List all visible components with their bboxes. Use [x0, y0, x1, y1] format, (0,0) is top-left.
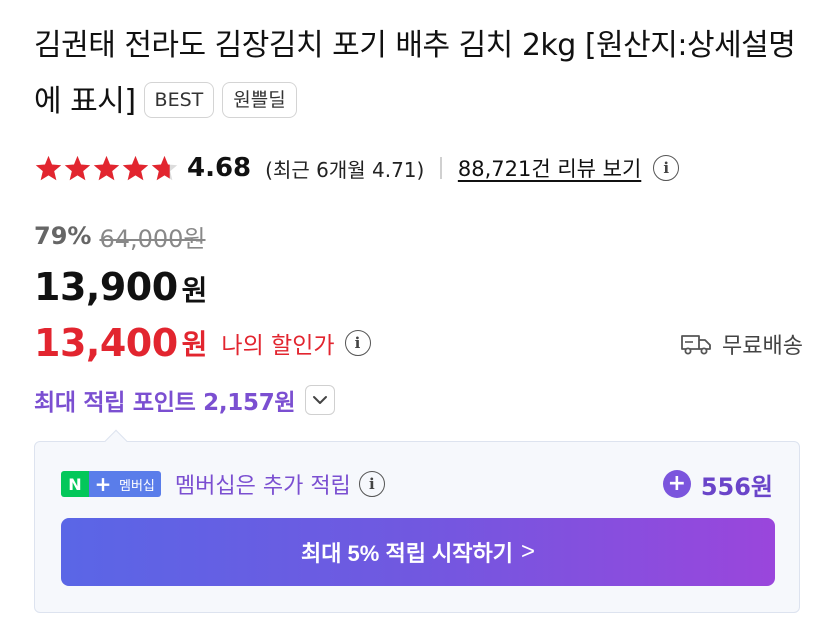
points-expand-button[interactable]: [305, 385, 336, 415]
review-link[interactable]: 88,721건 리뷰 보기: [458, 153, 641, 183]
my-price-row: 13,400 원 나의 할인가 i: [34, 318, 371, 368]
membership-panel: N + 멤버십 멤버십은 추가 적립 i + 556원 최대 5% 적립 시작하…: [34, 429, 800, 613]
divider: [440, 157, 442, 179]
star-rating: [34, 154, 179, 182]
start-membership-button[interactable]: 최대 5% 적립 시작하기 >: [61, 518, 775, 586]
my-price-label: 나의 할인가: [221, 333, 335, 359]
extra-points: + 556원: [662, 467, 773, 502]
logo-n: N: [61, 471, 89, 497]
original-price: 64,000원: [99, 224, 206, 253]
free-shipping-label: 무료배송: [722, 334, 803, 359]
discount-rate: 79%: [34, 222, 92, 250]
start-membership-label: 최대 5% 적립 시작하기: [300, 541, 514, 566]
extra-points-value: 556원: [700, 472, 773, 501]
naver-plus-logo: N + 멤버십: [61, 471, 161, 497]
star-icon: [35, 155, 62, 181]
max-points-row[interactable]: 최대 적립 포인트 2,157원: [34, 382, 336, 418]
rating-row: 4.68 (최근 6개월 4.71) 88,721건 리뷰 보기 i: [34, 148, 680, 188]
logo-plus: +: [89, 471, 117, 497]
my-price-value: 13,400: [34, 321, 178, 365]
chevron-right-icon: >: [521, 538, 536, 565]
product-title: 김권태 전라도 김장김치 포기 배추 김치 2kg [원산지:상세설명에 표시]…: [34, 18, 804, 130]
sale-price: 13,900 원: [34, 265, 207, 315]
rating-value: 4.68: [187, 153, 252, 183]
info-icon[interactable]: i: [653, 155, 680, 181]
info-icon[interactable]: i: [358, 471, 385, 497]
logo-membership-text: 멤버십: [117, 471, 161, 497]
chevron-down-icon: [313, 396, 328, 404]
sale-price-unit: 원: [181, 274, 208, 307]
max-points-text: 최대 적립 포인트 2,157원: [34, 390, 296, 416]
membership-label: 멤버십은 추가 적립: [174, 474, 351, 499]
panel-pointer: [104, 429, 128, 453]
discount-row: 79% 64,000원: [34, 218, 206, 254]
star-icon: [151, 155, 178, 181]
star-icon: [64, 155, 91, 181]
best-badge: BEST: [143, 81, 215, 118]
sale-price-value: 13,900: [34, 265, 178, 309]
plus-circle-icon: +: [662, 470, 691, 498]
free-shipping: 무료배송: [680, 326, 803, 362]
info-icon[interactable]: i: [344, 330, 371, 356]
truck-icon: [681, 335, 711, 355]
my-price-unit: 원: [181, 328, 208, 361]
recent-rating: (최근 6개월 4.71): [265, 157, 425, 182]
star-icon: [122, 155, 149, 181]
star-icon: [93, 155, 120, 181]
one-plus-deal-badge: 원쁠딜: [222, 81, 297, 118]
membership-row: N + 멤버십 멤버십은 추가 적립 i + 556원: [61, 467, 773, 502]
